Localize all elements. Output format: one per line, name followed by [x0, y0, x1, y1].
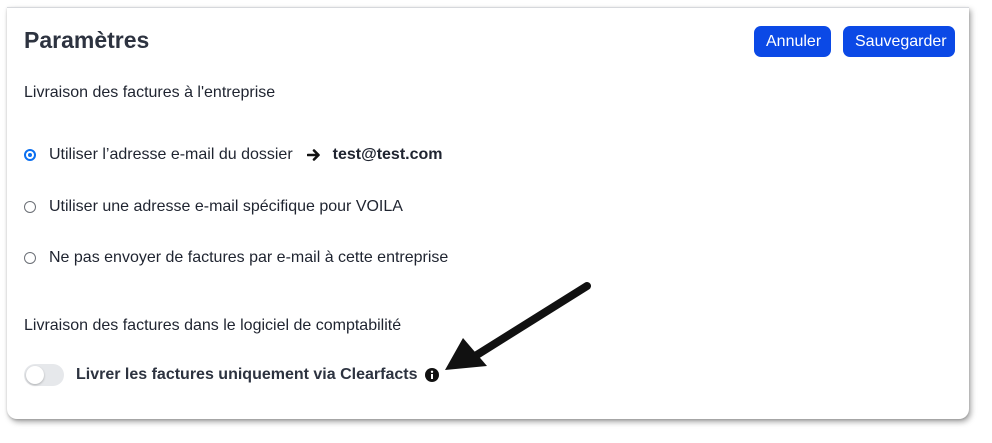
arrow-right-icon [306, 148, 321, 162]
radio-label: Ne pas envoyer de factures par e-mail à … [49, 249, 449, 266]
radio-label: Utiliser l’adresse e-mail du dossier [49, 146, 293, 163]
radio-label: Utiliser une adresse e-mail spécifique p… [49, 198, 403, 215]
radio-button[interactable] [24, 201, 36, 213]
radio-option-no-email[interactable]: Ne pas envoyer de factures par e-mail à … [24, 247, 448, 269]
radio-button[interactable] [24, 252, 36, 264]
annotation-arrow-icon [437, 278, 597, 383]
save-button[interactable]: Sauvegarder [843, 26, 955, 57]
page-title: Paramètres [24, 27, 150, 53]
radio-option-dossier-email[interactable]: Utiliser l’adresse e-mail du dossier tes… [24, 144, 443, 166]
clearfacts-toggle[interactable] [24, 364, 64, 386]
section-label-accounting-delivery: Livraison des factures dans le logiciel … [24, 317, 402, 334]
radio-option-specific-email[interactable]: Utiliser une adresse e-mail spécifique p… [24, 196, 403, 218]
section-label-company-delivery: Livraison des factures à l'entreprise [24, 84, 276, 101]
settings-card: Paramètres Annuler Sauvegarder Livraison… [7, 7, 969, 419]
radio-button[interactable] [24, 149, 36, 161]
toggle-label: Livrer les factures uniquement via Clear… [76, 366, 418, 383]
dossier-email-value: test@test.com [332, 146, 443, 163]
clearfacts-toggle-row: Livrer les factures uniquement via Clear… [24, 364, 440, 386]
cancel-button[interactable]: Annuler [754, 26, 831, 57]
toggle-knob [26, 366, 44, 384]
